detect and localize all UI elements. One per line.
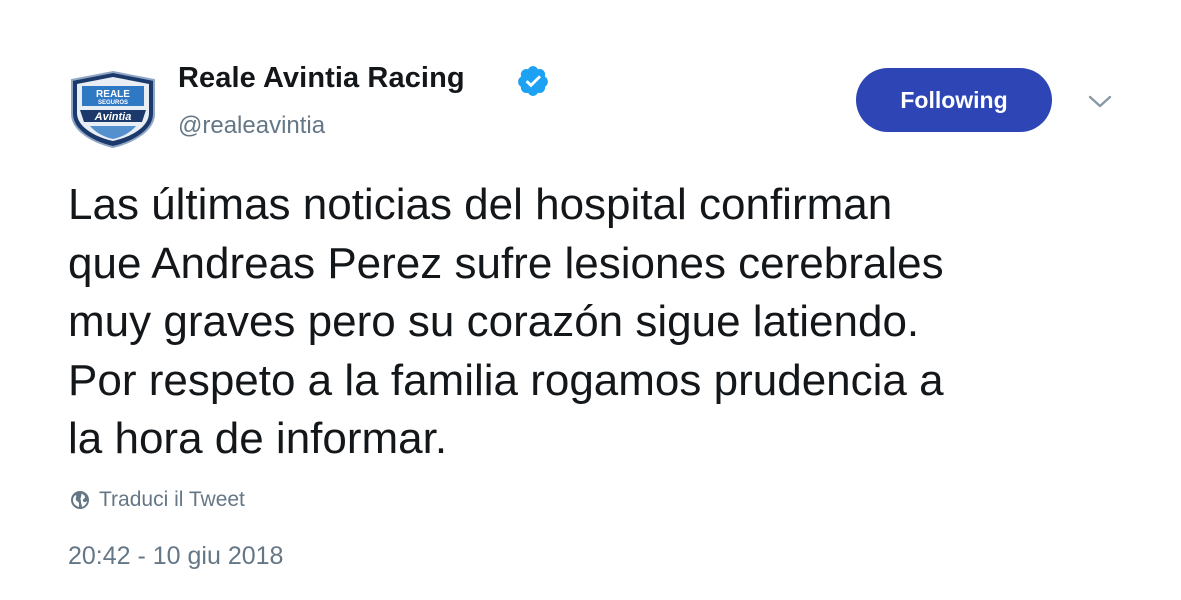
following-button[interactable]: Following <box>856 68 1052 132</box>
tweet-timestamp[interactable]: 20:42 - 10 giu 2018 <box>68 542 283 571</box>
tweet-text: Las últimas noticias del hospital confir… <box>68 180 944 463</box>
logo-text-avintia: Avintia <box>94 111 132 123</box>
reale-avintia-logo: REALE SEGUROS Avintia <box>71 70 155 148</box>
logo-text-seguros: SEGUROS <box>98 100 128 106</box>
display-name[interactable]: Reale Avintia Racing <box>178 62 465 95</box>
globe-icon <box>71 491 89 509</box>
chevron-down-icon <box>1088 95 1112 108</box>
logo-text-reale: REALE <box>96 89 130 100</box>
tweet-card: REALE SEGUROS Avintia Reale Avintia Raci… <box>0 0 1181 600</box>
avatar[interactable]: REALE SEGUROS Avintia <box>68 70 158 148</box>
translate-tweet-link[interactable]: Traduci il Tweet <box>70 488 245 512</box>
verified-badge-icon <box>518 66 548 96</box>
user-handle[interactable]: @realeavintia <box>178 112 325 140</box>
translate-label: Traduci il Tweet <box>99 488 245 511</box>
tweet-menu-button[interactable] <box>1084 86 1116 118</box>
